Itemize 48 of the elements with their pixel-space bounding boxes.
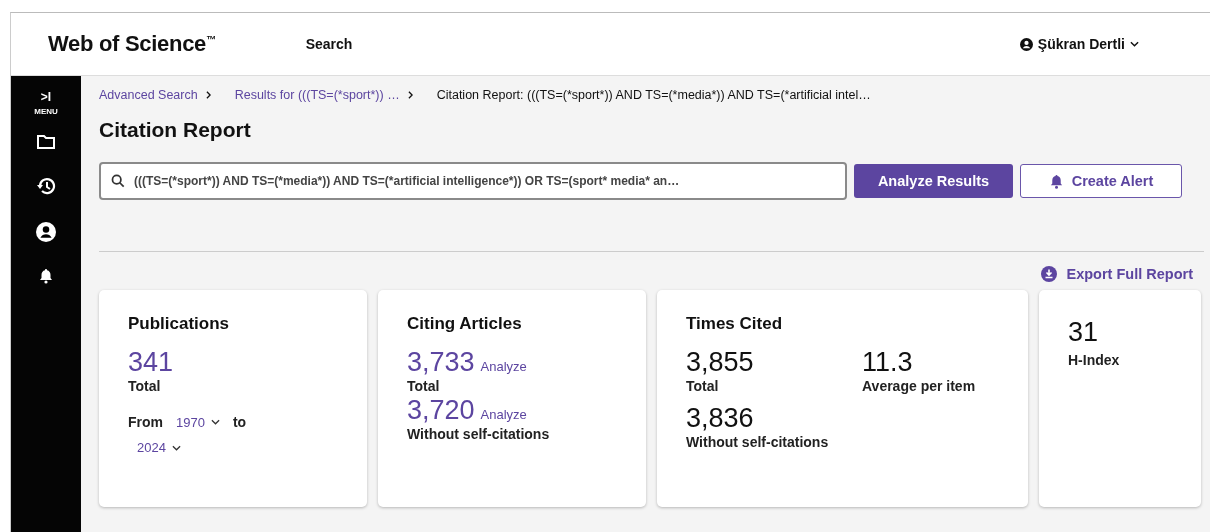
metric-value: 3,855 xyxy=(686,346,755,378)
bell-icon[interactable] xyxy=(38,268,54,284)
analyze-link[interactable]: Analyze xyxy=(480,407,527,422)
metric-value: 31 xyxy=(1068,316,1099,348)
analyze-results-button[interactable]: Analyze Results xyxy=(854,164,1013,198)
chevron-icon xyxy=(205,91,211,99)
card-title: Publications xyxy=(128,314,230,334)
metric-label: Average per item xyxy=(862,378,976,394)
year-dropdown[interactable]: 1970 xyxy=(176,414,220,430)
create-alert-button[interactable]: Create Alert xyxy=(1020,164,1182,198)
page-title: Citation Report xyxy=(99,118,252,142)
bell-icon xyxy=(1048,173,1064,189)
search-icon xyxy=(111,174,125,188)
folder-icon[interactable] xyxy=(36,134,56,150)
menu-button[interactable]: >I MENU xyxy=(34,90,58,116)
metric-value: 341 xyxy=(128,346,174,378)
metric-label: Total xyxy=(128,378,161,394)
metric-label: Without self-citations xyxy=(407,426,550,442)
metric-value: 3,720 xyxy=(407,394,475,426)
metric-label: Without self-citations xyxy=(686,434,830,450)
metric-value: 11.3 xyxy=(862,346,914,378)
metric-value: 3,836 xyxy=(686,402,755,434)
search-nav-link[interactable]: Search xyxy=(305,36,353,52)
account-icon xyxy=(1019,37,1033,51)
export-link[interactable]: Export Full Report xyxy=(1040,266,1193,282)
breadcrumb-current: Citation Report: (((TS=(*sport*)) AND TS=(*media*)) AND TS=(*artificial intel… xyxy=(436,88,871,102)
user-menu[interactable]: Şükran Dertli xyxy=(1019,36,1139,52)
metric-label: Total xyxy=(407,378,440,394)
breadcrumb-link[interactable]: Results for (((TS=(*sport*)) … xyxy=(234,88,400,102)
caret-icon xyxy=(171,444,181,451)
metric-value: 3,733 xyxy=(407,346,475,378)
range-label: From xyxy=(128,414,163,430)
year-dropdown[interactable]: 2024 xyxy=(137,440,181,455)
metric-label: Total xyxy=(686,378,720,394)
caret-icon xyxy=(210,419,220,425)
logo[interactable]: Web of Science$^{™}$ xyxy=(48,31,216,57)
breadcrumb-link[interactable]: Advanced Search xyxy=(99,88,198,102)
account-icon[interactable] xyxy=(36,222,56,242)
analyze-link[interactable]: Analyze xyxy=(480,359,527,374)
download-icon xyxy=(1040,266,1057,282)
range-label: to xyxy=(232,414,247,430)
chevron-icon xyxy=(407,91,413,99)
caret-icon xyxy=(1130,41,1139,47)
query-field[interactable]: (((TS=(*sport*)) AND TS=(*media*)) AND TS=(*artificial intelligence*)) OR TS=(sport* media* an… xyxy=(99,162,847,200)
card-title: Times Cited xyxy=(686,314,783,334)
card-title: Citing Articles xyxy=(407,314,522,334)
history-icon[interactable] xyxy=(36,176,56,196)
metric-label: H-Index xyxy=(1068,352,1120,368)
